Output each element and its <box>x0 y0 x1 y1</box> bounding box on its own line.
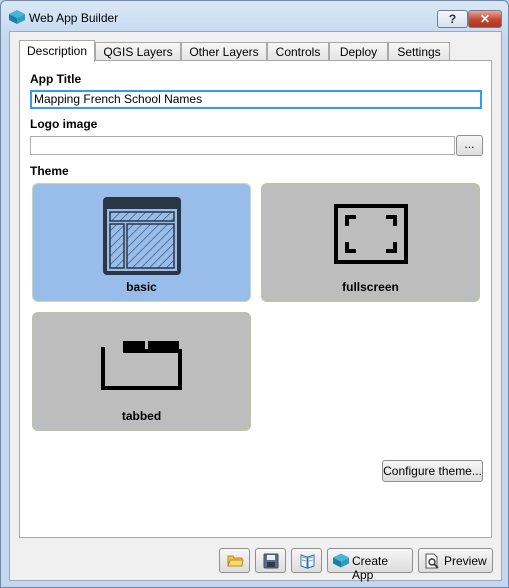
logo-image-label: Logo image <box>30 117 98 131</box>
tab-qgis-layers[interactable]: QGIS Layers <box>95 42 181 61</box>
app-title-label: App Title <box>30 72 82 86</box>
preview-label: Preview <box>444 554 487 568</box>
folder-icon <box>227 555 244 567</box>
preview-icon <box>425 553 439 569</box>
theme-card-fullscreen[interactable]: fullscreen <box>261 183 480 302</box>
create-app-button[interactable]: Create App <box>327 548 413 582</box>
help-button[interactable]: ? <box>437 10 468 28</box>
theme-name-tabbed: tabbed <box>121 409 162 423</box>
tab-other-layers[interactable]: Other Layers <box>181 42 267 61</box>
theme-name-fullscreen: fullscreen <box>342 280 399 294</box>
description-pane: App Title Mapping French School Names Lo… <box>19 60 492 538</box>
theme-name-basic: basic <box>126 280 157 294</box>
help-docs-button[interactable] <box>291 548 322 573</box>
basic-layout-icon <box>103 197 181 275</box>
app-logo-icon <box>9 10 25 24</box>
fullscreen-layout-icon <box>334 204 408 264</box>
close-button[interactable]: ✕ <box>468 10 502 28</box>
book-icon <box>300 554 315 569</box>
theme-label: Theme <box>30 164 69 178</box>
tab-settings[interactable]: Settings <box>388 42 450 61</box>
tab-deploy[interactable]: Deploy <box>329 42 388 61</box>
dialog-body: Description QGIS Layers Other Layers Con… <box>9 31 502 582</box>
tabbed-layout-icon <box>101 341 182 390</box>
preview-button[interactable]: Preview <box>418 548 493 573</box>
open-button[interactable] <box>219 548 250 573</box>
save-button[interactable] <box>255 548 286 573</box>
tab-description[interactable]: Description <box>19 40 95 62</box>
tab-controls[interactable]: Controls <box>267 42 329 61</box>
app-window: Web App Builder ? ✕ Description QGIS Lay… <box>0 0 509 588</box>
theme-card-tabbed[interactable]: tabbed <box>32 312 251 431</box>
floppy-disk-icon <box>263 553 279 569</box>
create-app-label: Create App <box>352 554 389 582</box>
logo-image-input[interactable] <box>30 136 455 155</box>
app-logo-icon <box>333 553 349 568</box>
theme-card-basic[interactable]: basic <box>32 183 251 302</box>
window-title: Web App Builder <box>29 11 119 25</box>
browse-logo-button[interactable]: ... <box>456 135 483 156</box>
configure-theme-button[interactable]: Configure theme... <box>382 460 483 482</box>
title-bar[interactable]: Web App Builder ? ✕ <box>1 1 508 31</box>
app-title-input[interactable]: Mapping French School Names <box>30 90 482 109</box>
